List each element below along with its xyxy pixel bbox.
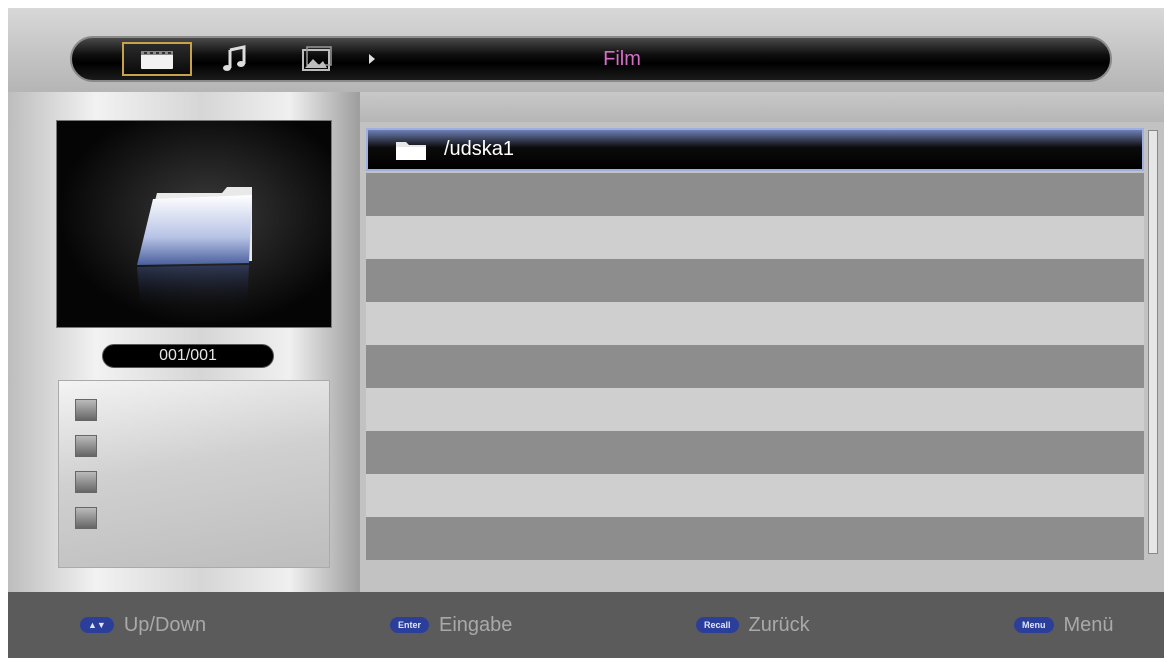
media-browser-screen: Film 001/001 /udska1 ▲▼ Up/Down Enter Ei… <box>8 8 1164 658</box>
film-icon <box>141 51 173 69</box>
list-header-band <box>360 92 1164 122</box>
next-category-arrow[interactable] <box>362 42 382 76</box>
folder-icon <box>137 187 252 313</box>
category-bar: Film <box>70 36 1112 82</box>
hint-enter: Enter Eingabe <box>390 612 512 638</box>
footer-hints: ▲▼ Up/Down Enter Eingabe Recall Zurück M… <box>8 592 1164 658</box>
scrollbar[interactable] <box>1148 130 1158 554</box>
list-row-empty[interactable] <box>366 216 1144 259</box>
list-row-empty[interactable] <box>366 345 1144 388</box>
file-info-box <box>58 380 330 568</box>
person-icon <box>75 435 97 457</box>
landscape-icon <box>75 399 97 421</box>
photo-icon <box>302 46 332 71</box>
list-row-empty[interactable] <box>366 388 1144 431</box>
list-row-empty[interactable] <box>366 431 1144 474</box>
tab-photo[interactable] <box>292 42 342 76</box>
monitor-icon <box>75 471 97 493</box>
header: Film <box>8 8 1164 92</box>
list-item[interactable]: /udska1 <box>366 128 1144 171</box>
arrow-right-icon <box>369 54 375 64</box>
page-title: Film <box>603 48 641 70</box>
hint-up-down: ▲▼ Up/Down <box>80 612 206 638</box>
hint-label: Zurück <box>748 613 810 636</box>
hint-recall: Recall Zurück <box>696 612 810 638</box>
list-item-label: /udska1 <box>444 138 515 160</box>
list-row-empty[interactable] <box>366 517 1144 560</box>
preview-image <box>56 120 332 328</box>
item-counter: 001/001 <box>102 344 274 368</box>
file-list: /udska1 <box>360 92 1164 592</box>
tab-movie[interactable] <box>122 42 192 76</box>
music-note-icon <box>223 45 246 71</box>
list-row-empty[interactable] <box>366 302 1144 345</box>
preview-panel: 001/001 <box>8 92 360 592</box>
recall-key-badge: Recall <box>696 617 739 633</box>
list-row-empty[interactable] <box>366 259 1144 302</box>
hint-menu: Menu Menü <box>1014 612 1114 638</box>
tab-music[interactable] <box>210 42 260 76</box>
folder-icon <box>396 142 426 160</box>
hint-label: Eingabe <box>439 613 513 636</box>
up-down-key-badge: ▲▼ <box>80 617 114 633</box>
menu-key-badge: Menu <box>1014 617 1054 633</box>
hint-label: Menü <box>1063 613 1114 636</box>
list-row-empty[interactable] <box>366 474 1144 517</box>
enter-key-badge: Enter <box>390 617 430 633</box>
list-row-empty[interactable] <box>366 173 1144 216</box>
hint-label: Up/Down <box>123 613 207 636</box>
user-settings-icon <box>75 507 97 529</box>
